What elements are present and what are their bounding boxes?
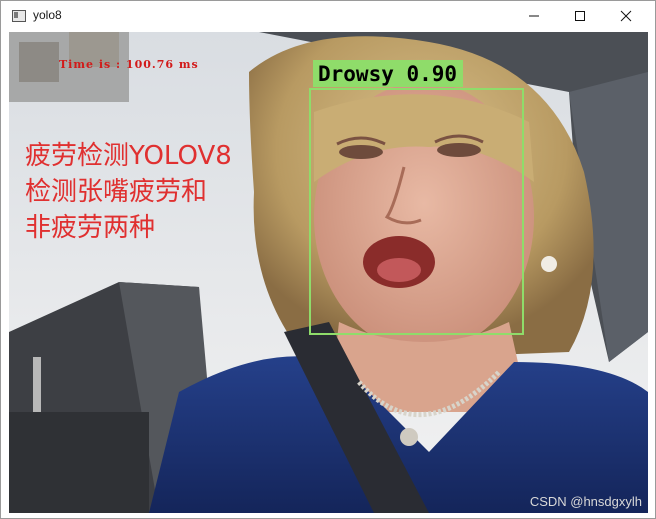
app-window-icon bbox=[12, 10, 26, 22]
minimize-icon bbox=[529, 15, 539, 17]
title-bar[interactable]: yolo8 bbox=[1, 1, 655, 31]
detection-label: Drowsy 0.90 bbox=[313, 60, 464, 87]
overlay-line-1: 疲劳检测YOLOV8 bbox=[25, 141, 232, 171]
maximize-icon bbox=[575, 11, 585, 21]
overlay-line-3: 非疲劳两种 bbox=[25, 213, 156, 243]
maximize-button[interactable] bbox=[557, 1, 603, 31]
video-frame: Time is : 100.76 ms Drowsy 0.90 疲劳检测YOLO… bbox=[9, 32, 648, 513]
detection-bounding-box bbox=[309, 88, 524, 335]
inference-time-text: Time is : 100.76 ms bbox=[59, 58, 199, 71]
minimize-button[interactable] bbox=[511, 1, 557, 31]
close-button[interactable] bbox=[603, 1, 649, 31]
app-window: yolo8 Time is: 100.76 ms Drowsy 0.90 疲劳… bbox=[0, 0, 656, 519]
overlay-caption: 疲劳检测YOLOV8 检测张嘴疲劳和 非疲劳两种 bbox=[25, 138, 232, 246]
window-title: yolo8 bbox=[33, 8, 62, 22]
watermark: CSDN @hnsdgxylh bbox=[529, 494, 642, 509]
overlay-line-2: 检测张嘴疲劳和 bbox=[25, 177, 208, 207]
close-icon bbox=[620, 10, 632, 22]
